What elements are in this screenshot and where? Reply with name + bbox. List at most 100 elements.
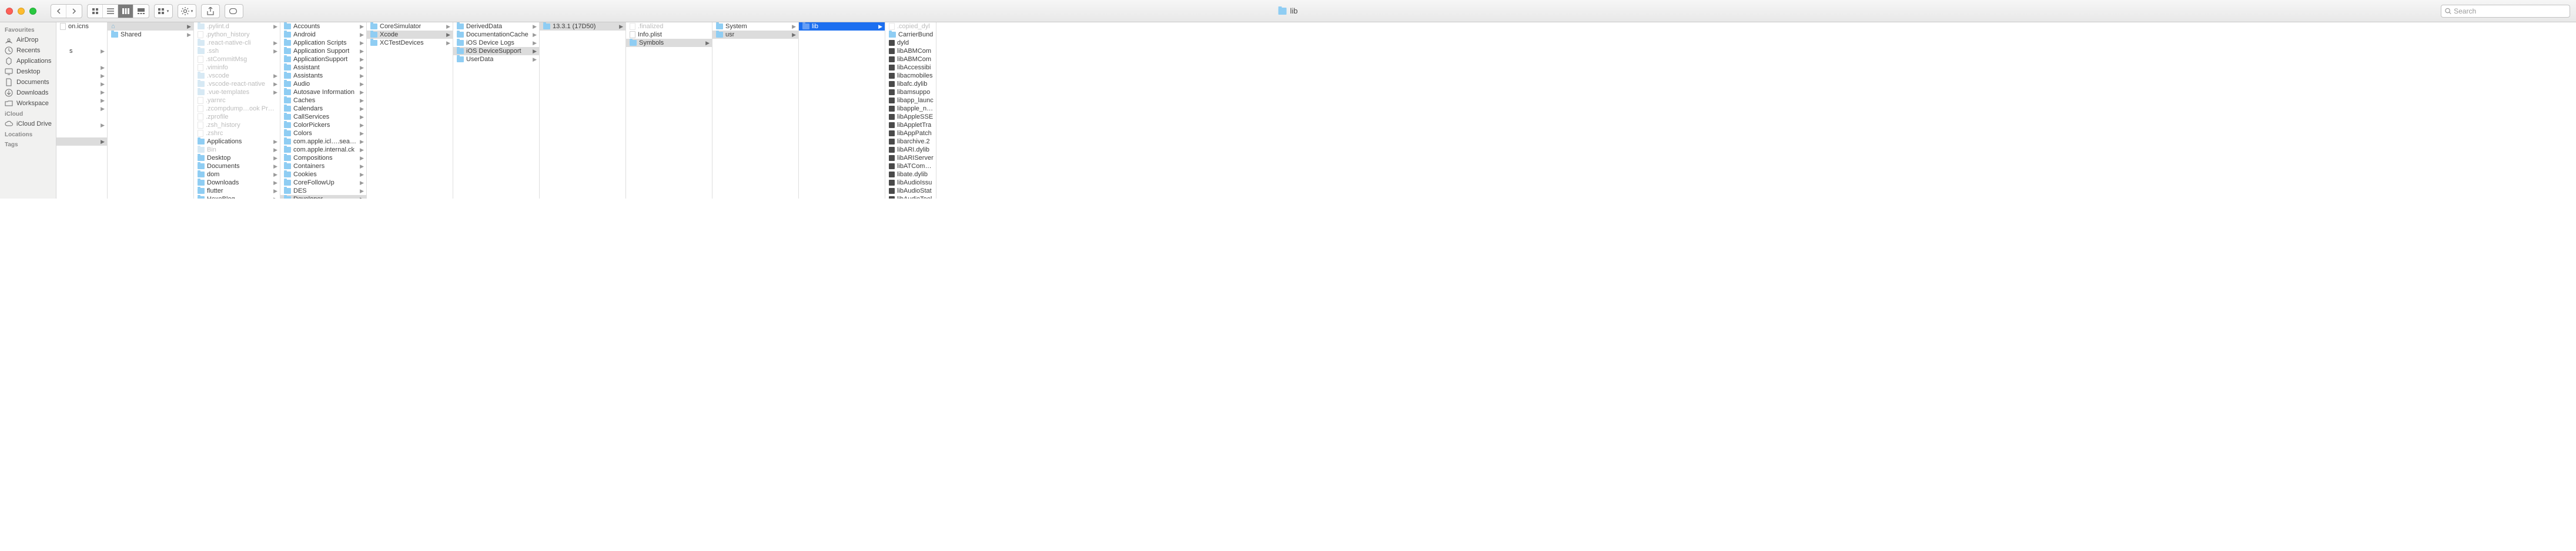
search-field[interactable] [2441, 5, 2570, 18]
file-row[interactable]: libAudioStat [885, 187, 936, 195]
sidebar-item[interactable]: Workspace [0, 98, 56, 109]
file-row[interactable]: .vscode▶ [194, 72, 280, 80]
file-row[interactable]: ▶ [56, 121, 107, 129]
file-row[interactable]: ApplicationSupport▶ [280, 55, 366, 63]
forward-button[interactable] [66, 5, 82, 18]
file-row[interactable]: Developer▶ [280, 195, 366, 199]
file-row[interactable]: libATComma [885, 162, 936, 170]
file-row[interactable]: libAppPatch [885, 129, 936, 137]
file-row[interactable]: libapple_ngh [885, 105, 936, 113]
file-row[interactable]: Xcode▶ [367, 31, 453, 39]
file-row[interactable]: .pylint.d▶ [194, 22, 280, 31]
view-column-button[interactable] [118, 5, 133, 18]
file-row[interactable]: DocumentationCache▶ [453, 31, 539, 39]
view-icon-button[interactable] [88, 5, 103, 18]
file-row[interactable]: .zcompdump…ook Pro-5.7.1 [194, 105, 280, 113]
file-row[interactable]: libAppleSSE [885, 113, 936, 121]
file-row[interactable]: .vscode-react-native▶ [194, 80, 280, 88]
file-row[interactable]: ▶ [56, 137, 107, 146]
file-row[interactable]: System▶ [712, 22, 798, 31]
arrange-button[interactable]: ▾ [154, 4, 173, 18]
file-row[interactable]: iOS DeviceSupport▶ [453, 47, 539, 55]
file-row[interactable]: on.icns [56, 22, 107, 31]
column[interactable]: on.icnss▶▶▶▶▶▶▶▶▶ [56, 22, 108, 199]
zoom-button[interactable] [29, 8, 36, 15]
file-row[interactable]: libapp_launc [885, 96, 936, 105]
file-row[interactable]: UserData▶ [453, 55, 539, 63]
file-row[interactable]: CallServices▶ [280, 113, 366, 121]
sidebar-item[interactable]: Recents [0, 45, 56, 56]
file-row[interactable]: 13.3.1 (17D50)▶ [540, 22, 625, 31]
file-row[interactable]: Applications▶ [194, 137, 280, 146]
view-list-button[interactable] [103, 5, 118, 18]
view-gallery-button[interactable] [133, 5, 149, 18]
file-row[interactable]: .finalized [626, 22, 712, 31]
sidebar-item[interactable]: Documents [0, 77, 56, 88]
file-row[interactable]: CarrierBund [885, 31, 936, 39]
column[interactable]: CoreSimulator▶Xcode▶XCTestDevices▶ [367, 22, 453, 199]
sidebar-item[interactable]: AirDrop [0, 35, 56, 45]
close-button[interactable] [6, 8, 13, 15]
file-row[interactable]: Shared▶ [108, 31, 193, 39]
file-row[interactable]: .ssh▶ [194, 47, 280, 55]
file-row[interactable]: ▶ [56, 88, 107, 96]
action-button[interactable]: ▾ [178, 4, 196, 18]
file-row[interactable]: .react-native-cli▶ [194, 39, 280, 47]
file-row[interactable]: libate.dylib [885, 170, 936, 179]
file-row[interactable]: ▶ [56, 96, 107, 105]
file-row[interactable]: com.apple.internal.ck▶ [280, 146, 366, 154]
file-row[interactable]: Calendars▶ [280, 105, 366, 113]
file-row[interactable]: Desktop▶ [194, 154, 280, 162]
file-row[interactable]: DerivedData▶ [453, 22, 539, 31]
file-row[interactable]: .python_history [194, 31, 280, 39]
file-row[interactable]: Compositions▶ [280, 154, 366, 162]
file-row[interactable]: ⌂▶ [108, 22, 193, 31]
file-row[interactable]: lib▶ [799, 22, 885, 31]
file-row[interactable]: ▶ [56, 72, 107, 80]
tags-button[interactable] [225, 4, 243, 18]
file-row[interactable]: Assistants▶ [280, 72, 366, 80]
file-row[interactable]: s▶ [56, 47, 107, 55]
file-row[interactable]: libABMCom [885, 55, 936, 63]
sidebar-item[interactable]: iCloud Drive [0, 119, 56, 129]
file-row[interactable]: Info.plist [626, 31, 712, 39]
sidebar-item[interactable]: Applications [0, 56, 56, 66]
file-row[interactable]: Android▶ [280, 31, 366, 39]
file-row[interactable]: Application Support▶ [280, 47, 366, 55]
column[interactable]: Accounts▶Android▶Application Scripts▶App… [280, 22, 367, 199]
sidebar-item[interactable]: Downloads [0, 88, 56, 98]
file-row[interactable]: Caches▶ [280, 96, 366, 105]
file-row[interactable]: libAccessibi [885, 63, 936, 72]
file-row[interactable]: Colors▶ [280, 129, 366, 137]
file-row[interactable]: Symbols▶ [626, 39, 712, 47]
share-button[interactable] [201, 4, 220, 18]
file-row[interactable]: libacmobiles [885, 72, 936, 80]
file-row[interactable]: .zsh_history [194, 121, 280, 129]
column[interactable]: 13.3.1 (17D50)▶ [540, 22, 626, 199]
column[interactable]: System▶usr▶ [712, 22, 799, 199]
file-row[interactable]: XCTestDevices▶ [367, 39, 453, 47]
column[interactable]: .pylint.d▶.python_history.react-native-c… [194, 22, 280, 199]
file-row[interactable]: ▶ [56, 63, 107, 72]
file-row[interactable]: Assistant▶ [280, 63, 366, 72]
file-row[interactable]: dyld [885, 39, 936, 47]
file-row[interactable]: CoreSimulator▶ [367, 22, 453, 31]
file-row[interactable]: CoreFollowUp▶ [280, 179, 366, 187]
file-row[interactable]: Autosave Information▶ [280, 88, 366, 96]
file-row[interactable]: ColorPickers▶ [280, 121, 366, 129]
file-row[interactable]: libAudioTool [885, 195, 936, 199]
file-row[interactable]: .stCommitMsg [194, 55, 280, 63]
column-browser[interactable]: on.icnss▶▶▶▶▶▶▶▶▶⌂▶Shared▶.pylint.d▶.pyt… [56, 22, 2576, 199]
file-row[interactable]: Audio▶ [280, 80, 366, 88]
column[interactable]: lib▶ [799, 22, 885, 199]
file-row[interactable]: Downloads▶ [194, 179, 280, 187]
column[interactable]: DerivedData▶DocumentationCache▶ iOS Devic… [453, 22, 540, 199]
column[interactable]: .finalizedInfo.plistSymbols▶ [626, 22, 712, 199]
file-row[interactable]: Application Scripts▶ [280, 39, 366, 47]
file-row[interactable]: Bin▶ [194, 146, 280, 154]
file-row[interactable]: ▶ [56, 105, 107, 113]
file-row[interactable]: libARIServer [885, 154, 936, 162]
file-row[interactable]: .copied_dyl [885, 22, 936, 31]
file-row[interactable]: Accounts▶ [280, 22, 366, 31]
file-row[interactable]: Documents▶ [194, 162, 280, 170]
